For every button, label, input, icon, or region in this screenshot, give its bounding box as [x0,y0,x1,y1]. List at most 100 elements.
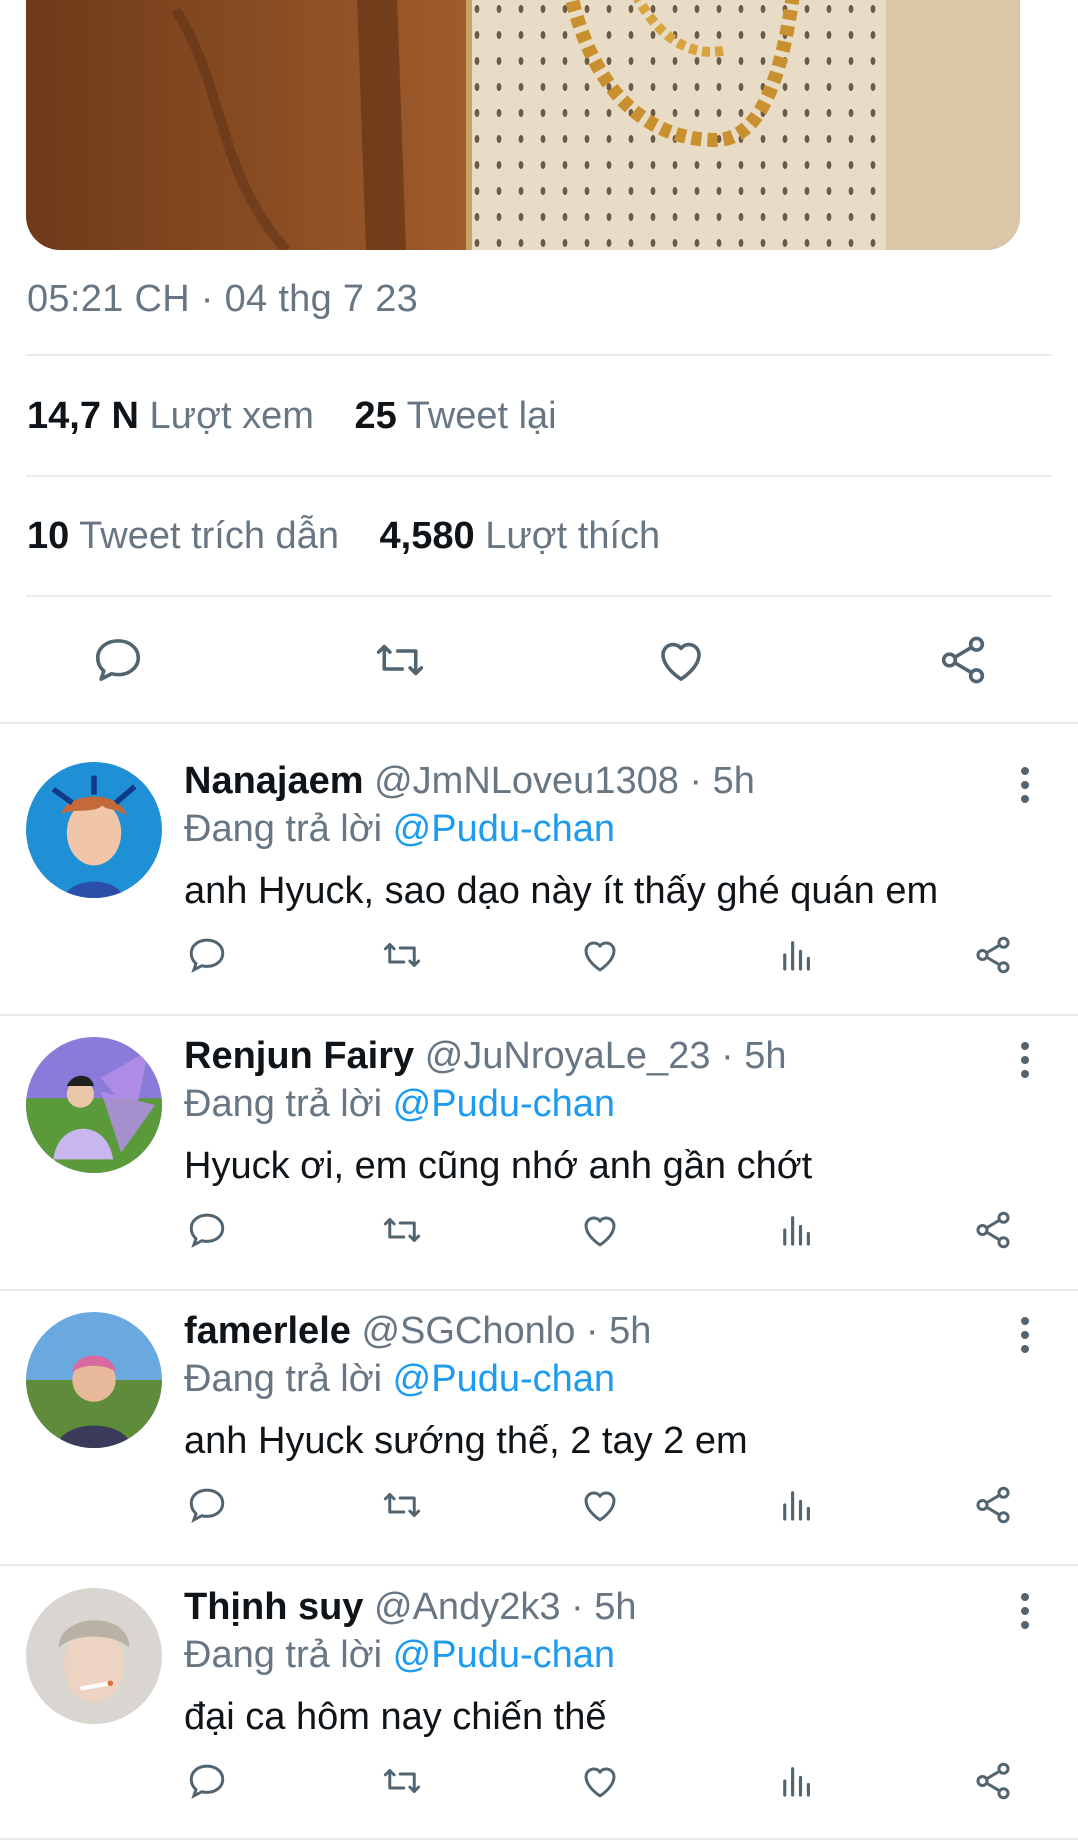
analytics-icon [783,1216,810,1246]
share-icon [976,1486,1010,1524]
share-button[interactable] [972,1760,1018,1806]
heart-icon [584,941,616,972]
tweet-action-bar [0,615,1078,705]
replying-label: Đang trả lời [184,1083,383,1125]
stats-row-2: 10 Tweet trích dẫn 4,580 Lượt thích [27,515,690,558]
reply-icon [189,1764,225,1799]
author-name[interactable]: Nanajaem [184,760,364,802]
like-button[interactable] [579,1484,625,1530]
likes-count: 4,580 [379,515,475,557]
replying-to: Đang trả lời @Pudu-chan [184,1358,615,1401]
author-name[interactable]: famerlele [184,1310,351,1352]
retweet-icon [376,644,424,676]
retweet-button[interactable] [381,1760,427,1806]
author-name[interactable]: Thịnh suy [184,1586,363,1628]
more-options-button[interactable] [1010,1310,1040,1360]
analytics-icon [783,941,810,971]
retweets-stat[interactable]: 25 Tweet lại [355,395,557,438]
author-handle[interactable]: @Andy2k3 [374,1586,560,1628]
divider [26,354,1052,356]
replying-to: Đang trả lời @Pudu-chan [184,1634,615,1677]
avatar[interactable] [26,1588,162,1724]
quotes-count: 10 [27,515,70,557]
retweet-button[interactable] [370,615,430,705]
avatar[interactable] [26,1312,162,1448]
tweet-timestamp: 05:21 CH · 04 thg 7 23 [27,278,419,320]
reply-time: 5h [594,1586,637,1628]
share-icon [976,936,1010,974]
share-button[interactable] [972,1484,1018,1530]
reply-item[interactable]: Nanajaem @JmNLoveu1308 · 5h Đang trả lời… [0,724,1078,998]
reply-icon [189,1213,225,1248]
divider [0,1838,1078,1840]
retweet-icon [383,943,421,967]
views-button[interactable] [776,934,822,980]
heart-icon [584,1216,616,1247]
divider [26,595,1052,597]
retweet-button[interactable] [381,1209,427,1255]
views-button[interactable] [776,1209,822,1255]
like-button[interactable] [651,615,711,705]
author-handle[interactable]: @JuNroyaLe_23 [425,1035,711,1077]
share-button[interactable] [972,1209,1018,1255]
reply-button[interactable] [186,1209,232,1255]
reply-header: famerlele @SGChonlo · 5h [184,1310,652,1352]
reply-button[interactable] [186,1484,232,1530]
more-options-button[interactable] [1010,1586,1040,1636]
reply-text: anh Hyuck sướng thế, 2 tay 2 em [184,1420,748,1462]
views-label: Lượt xem [149,395,314,437]
mention-link[interactable]: @Pudu-chan [393,808,615,850]
reply-item[interactable]: Thịnh suy @Andy2k3 · 5h Đang trả lời @Pu… [0,1550,1078,1824]
share-icon [976,1762,1010,1800]
heart-icon [661,642,701,681]
heart-icon [584,1767,616,1798]
avatar[interactable] [26,1037,162,1173]
likes-stat[interactable]: 4,580 Lượt thích [380,515,661,558]
author-name[interactable]: Renjun Fairy [184,1035,414,1077]
reply-text: Hyuck ơi, em cũng nhớ anh gần chớt [184,1145,813,1187]
reply-icon [189,938,225,973]
replying-to: Đang trả lời @Pudu-chan [184,1083,615,1126]
author-handle[interactable]: @SGChonlo [361,1310,575,1352]
reply-button[interactable] [186,1760,232,1806]
views-button[interactable] [776,1760,822,1806]
retweet-button[interactable] [381,934,427,980]
share-button[interactable] [933,615,993,705]
reply-item[interactable]: Renjun Fairy @JuNroyaLe_23 · 5h Đang trả… [0,999,1078,1273]
reply-button[interactable] [186,934,232,980]
views-button[interactable] [776,1484,822,1530]
reply-icon [95,639,141,681]
replying-label: Đang trả lời [184,808,383,850]
retweet-button[interactable] [381,1484,427,1530]
mention-link[interactable]: @Pudu-chan [393,1358,615,1400]
divider [26,475,1052,477]
retweet-icon [383,1769,421,1793]
replying-to: Đang trả lời @Pudu-chan [184,808,615,851]
author-handle[interactable]: @JmNLoveu1308 [374,760,679,802]
reply-button[interactable] [88,615,148,705]
reply-header: Thịnh suy @Andy2k3 · 5h [184,1586,637,1628]
avatar[interactable] [26,762,162,898]
replying-label: Đang trả lời [184,1358,383,1400]
mention-link[interactable]: @Pudu-chan [393,1634,615,1676]
mention-link[interactable]: @Pudu-chan [393,1083,615,1125]
like-button[interactable] [579,934,625,980]
more-options-button[interactable] [1010,1035,1040,1085]
quotes-stat[interactable]: 10 Tweet trích dẫn [27,515,339,558]
reply-time: 5h [744,1035,787,1077]
replying-label: Đang trả lời [184,1634,383,1676]
more-options-button[interactable] [1010,760,1040,810]
reply-item[interactable]: famerlele @SGChonlo · 5h Đang trả lời @P… [0,1274,1078,1548]
like-button[interactable] [579,1760,625,1806]
share-icon [941,636,985,684]
tweet-photo[interactable] [26,0,1020,250]
retweets-count: 25 [354,395,397,437]
retweet-icon [383,1218,421,1242]
views-count: 14,7 N [27,395,139,437]
share-button[interactable] [972,934,1018,980]
analytics-icon [783,1491,810,1521]
reply-time: 5h [609,1310,652,1352]
like-button[interactable] [579,1209,625,1255]
views-stat[interactable]: 14,7 N Lượt xem [27,395,314,438]
retweets-label: Tweet lại [406,395,557,437]
